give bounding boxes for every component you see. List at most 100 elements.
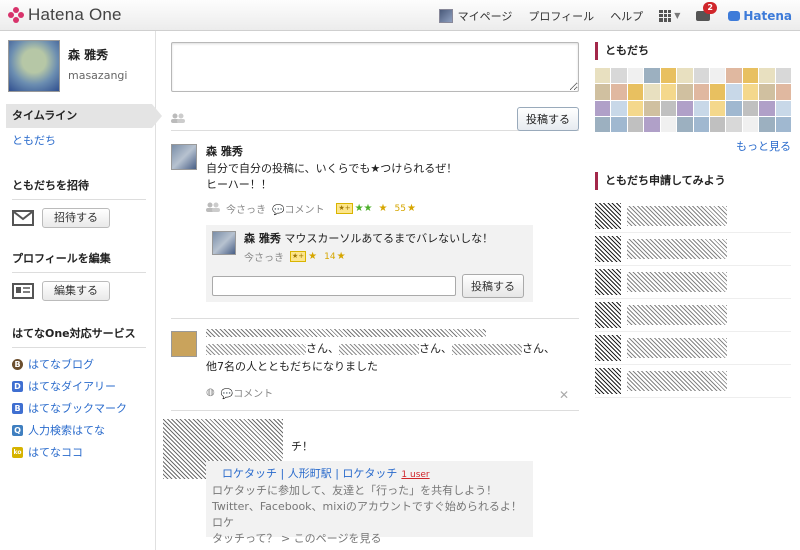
- service-hatena-coco[interactable]: ko はてなココ: [12, 444, 146, 460]
- friend-avatar[interactable]: [709, 68, 726, 84]
- friend-avatar[interactable]: [775, 100, 791, 116]
- people-icon[interactable]: [171, 113, 185, 126]
- hatena-one-logo[interactable]: Hatena One: [8, 5, 122, 25]
- suggestion-item[interactable]: [595, 332, 791, 365]
- nav-help[interactable]: ヘルプ: [610, 8, 643, 24]
- friend-avatar[interactable]: [677, 116, 693, 132]
- star-list[interactable]: ★+ ★★ ★ 55 ★: [336, 203, 421, 214]
- friend-avatar[interactable]: [693, 116, 709, 132]
- friend-avatar[interactable]: [775, 116, 791, 132]
- friend-avatar[interactable]: [611, 68, 627, 84]
- sidebar-item-friends[interactable]: ともだち: [12, 132, 56, 148]
- friend-avatar[interactable]: [759, 68, 775, 84]
- hatena-link[interactable]: Hatena: [728, 9, 792, 23]
- avatar[interactable]: [212, 231, 236, 255]
- close-icon[interactable]: ✕: [559, 388, 569, 402]
- friend-avatar-grid[interactable]: [595, 68, 791, 132]
- friend-avatar[interactable]: [742, 116, 759, 132]
- friend-avatar[interactable]: [677, 84, 693, 100]
- nav-profile[interactable]: プロフィール: [528, 8, 594, 24]
- friend-avatar[interactable]: [644, 100, 660, 116]
- avatar[interactable]: [595, 335, 621, 361]
- comment-author[interactable]: 森 雅秀: [244, 232, 281, 245]
- friend-avatar[interactable]: [644, 116, 660, 132]
- edit-profile-button[interactable]: 編集する: [42, 281, 110, 301]
- friend-avatar[interactable]: [726, 100, 742, 116]
- people-icon[interactable]: [206, 202, 220, 215]
- friend-avatar[interactable]: [726, 68, 742, 84]
- sidebar-item-timeline[interactable]: タイムライン: [6, 104, 162, 128]
- comment-link[interactable]: 💬コメント: [221, 385, 279, 400]
- link-preview[interactable]: ロケタッチ | 人形町駅 | ロケタッチ 1 user ロケタッチに参加して、友達…: [206, 461, 533, 545]
- friend-avatar[interactable]: [644, 68, 660, 84]
- comment-star-list[interactable]: ★+ ★ 14 ★: [290, 251, 352, 262]
- service-hatena-bookmark[interactable]: B はてなブックマーク: [12, 400, 146, 416]
- friend-avatar[interactable]: [693, 84, 709, 100]
- invite-button[interactable]: 招待する: [42, 208, 110, 228]
- friend-avatar[interactable]: [660, 116, 677, 132]
- friend-avatar[interactable]: [742, 100, 759, 116]
- avatar[interactable]: [171, 331, 197, 357]
- friend-avatar[interactable]: [595, 68, 611, 84]
- friend-avatar[interactable]: [693, 68, 709, 84]
- friend-avatar[interactable]: [677, 100, 693, 116]
- friend-avatar[interactable]: [611, 100, 627, 116]
- friend-avatar[interactable]: [709, 116, 726, 132]
- friend-avatar[interactable]: [627, 100, 644, 116]
- friend-avatar[interactable]: [709, 100, 726, 116]
- avatar[interactable]: [8, 40, 60, 92]
- avatar[interactable]: [171, 144, 197, 170]
- more-friends-link[interactable]: もっと見る: [736, 140, 791, 153]
- service-hatena-diary[interactable]: D はてなダイアリー: [12, 378, 146, 394]
- user-name[interactable]: 森 雅秀: [68, 46, 127, 63]
- suggestion-item[interactable]: [595, 299, 791, 332]
- friend-avatar[interactable]: [693, 100, 709, 116]
- friend-avatar[interactable]: [726, 116, 742, 132]
- friend-avatar[interactable]: [677, 68, 693, 84]
- service-hatena-blog[interactable]: B はてなブログ: [12, 356, 146, 372]
- add-star-icon[interactable]: ★+: [336, 203, 353, 214]
- comment-post-button[interactable]: 投稿する: [462, 274, 524, 298]
- friend-avatar[interactable]: [627, 116, 644, 132]
- post-textarea[interactable]: [171, 42, 579, 92]
- comment-time[interactable]: 今さっき: [244, 249, 284, 264]
- suggestion-item[interactable]: [595, 266, 791, 299]
- services-menu-button[interactable]: ▼: [659, 9, 680, 22]
- friend-avatar[interactable]: [759, 84, 775, 100]
- avatar[interactable]: [595, 302, 621, 328]
- suggestion-item[interactable]: [595, 365, 791, 398]
- notifications-button[interactable]: 2: [696, 1, 717, 23]
- comment-link[interactable]: 💬コメント: [272, 201, 330, 216]
- bookmark-users[interactable]: 1 user: [401, 470, 429, 480]
- friend-avatar[interactable]: [627, 68, 644, 84]
- globe-icon[interactable]: ◍: [206, 387, 215, 398]
- friend-avatar[interactable]: [611, 116, 627, 132]
- entry-time[interactable]: 今さっき: [226, 201, 266, 216]
- friend-avatar[interactable]: [595, 84, 611, 100]
- post-button[interactable]: 投稿する: [517, 107, 579, 131]
- comment-input[interactable]: [212, 276, 456, 296]
- friend-avatar[interactable]: [775, 68, 791, 84]
- link-title[interactable]: ロケタッチ | 人形町駅 | ロケタッチ: [222, 467, 397, 480]
- friend-avatar[interactable]: [660, 84, 677, 100]
- friend-avatar[interactable]: [709, 84, 726, 100]
- friend-avatar[interactable]: [660, 100, 677, 116]
- avatar[interactable]: [595, 269, 621, 295]
- friend-avatar[interactable]: [742, 84, 759, 100]
- service-jinriki[interactable]: Q 人力検索はてな: [12, 422, 146, 438]
- nav-mypage[interactable]: マイページ: [438, 8, 512, 24]
- friend-avatar[interactable]: [627, 84, 644, 100]
- friend-avatar[interactable]: [726, 84, 742, 100]
- suggestion-item[interactable]: [595, 233, 791, 266]
- friend-avatar[interactable]: [742, 68, 759, 84]
- avatar[interactable]: [595, 236, 621, 262]
- friend-avatar[interactable]: [595, 116, 611, 132]
- friend-avatar[interactable]: [660, 68, 677, 84]
- add-star-icon[interactable]: ★+: [290, 251, 307, 262]
- entry-author[interactable]: 森 雅秀: [206, 143, 579, 159]
- friend-avatar[interactable]: [644, 84, 660, 100]
- avatar[interactable]: [595, 203, 621, 229]
- avatar[interactable]: [595, 368, 621, 394]
- friend-avatar[interactable]: [759, 100, 775, 116]
- friend-avatar[interactable]: [595, 100, 611, 116]
